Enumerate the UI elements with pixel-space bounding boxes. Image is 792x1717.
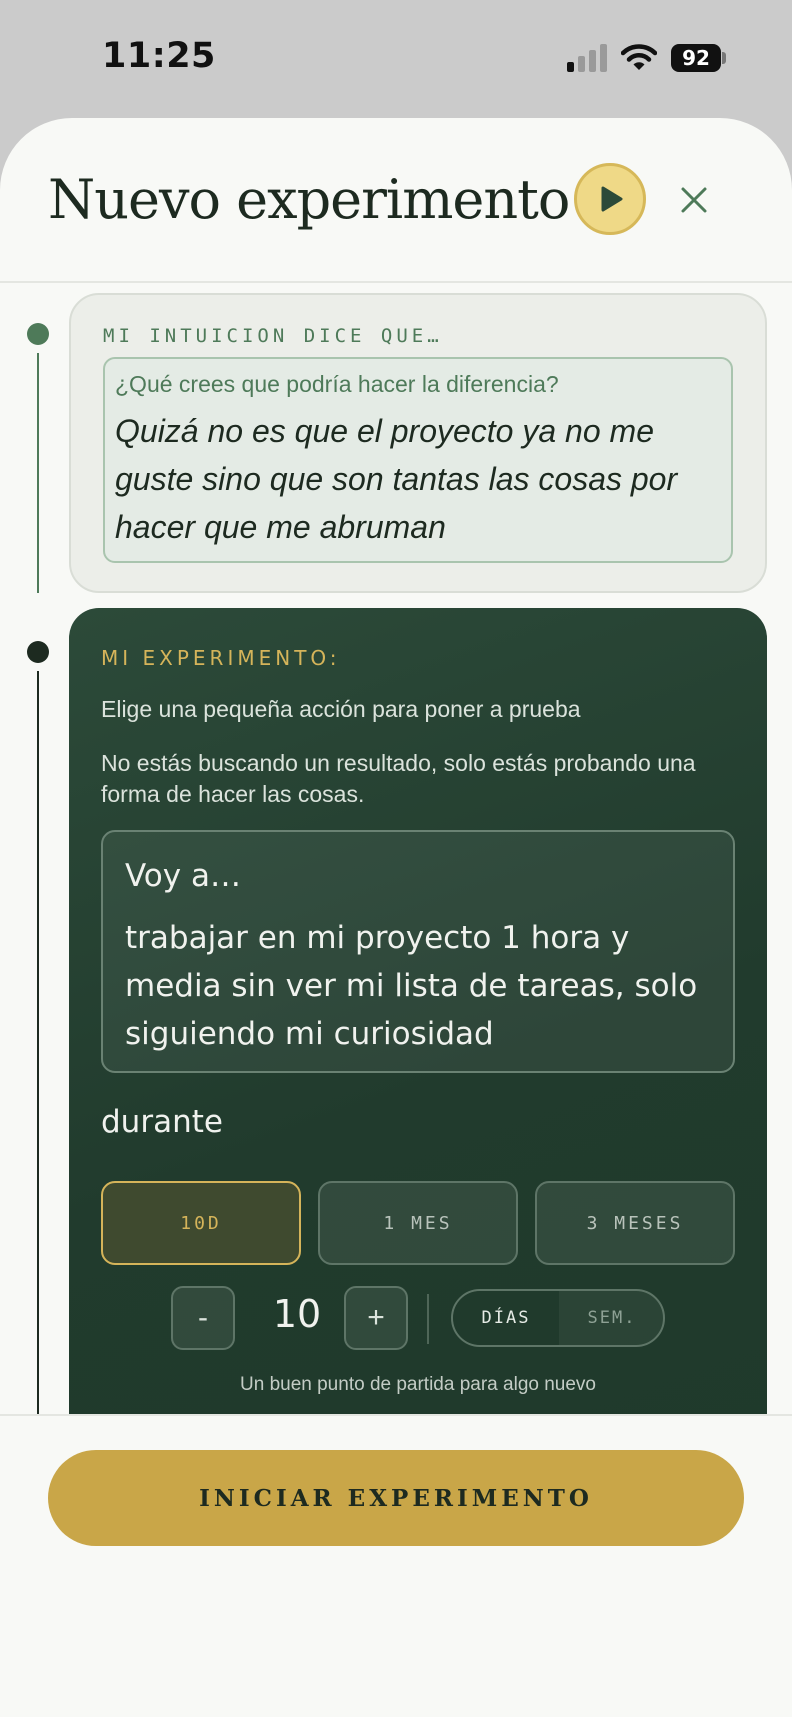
duration-hint: Un buen punto de partida para algo nuevo xyxy=(240,1374,596,1395)
battery-level: 92 xyxy=(682,46,710,70)
page-title: Nuevo experimento xyxy=(48,168,570,231)
stepper-divider xyxy=(427,1294,429,1344)
unit-option-sem[interactable]: SEM. xyxy=(559,1291,663,1345)
duration-option-3-meses[interactable]: 3 MESES xyxy=(535,1181,735,1265)
close-icon xyxy=(681,187,707,213)
play-button[interactable] xyxy=(574,163,646,235)
signal-icon xyxy=(567,44,609,72)
close-button[interactable] xyxy=(672,178,716,222)
battery-cap xyxy=(722,52,726,64)
status-bar: 11:25 92 xyxy=(0,0,792,118)
unit-toggle: DÍAS SEM. xyxy=(451,1289,665,1347)
play-icon xyxy=(601,186,623,212)
duration-option-1-mes[interactable]: 1 MES xyxy=(318,1181,518,1265)
footer: INICIAR EXPERIMENTO xyxy=(0,1414,792,1717)
stepper-value: 10 xyxy=(272,1292,322,1336)
intuition-field[interactable]: ¿Qué crees que podría hacer la diferenci… xyxy=(103,357,733,563)
intuition-card: MI INTUICION DICE QUE… ¿Qué crees que po… xyxy=(69,293,767,593)
intuition-question: ¿Qué crees que podría hacer la diferenci… xyxy=(115,371,559,397)
intuition-eyebrow: MI INTUICION DICE QUE… xyxy=(103,325,443,347)
intuition-answer: Quizá no es que el proyecto ya no me gus… xyxy=(115,413,678,545)
new-experiment-sheet: Nuevo experimento MI INTUICION DICE QUE…… xyxy=(0,118,792,1717)
duration-label: durante xyxy=(101,1104,223,1140)
unit-option-dias[interactable]: DÍAS xyxy=(453,1291,559,1345)
action-field[interactable]: Voy a… trabajar en mi proyecto 1 hora y … xyxy=(101,830,735,1073)
start-experiment-button[interactable]: INICIAR EXPERIMENTO xyxy=(48,1450,744,1546)
experiment-eyebrow: MI EXPERIMENTO: xyxy=(101,646,341,670)
duration-option-10d[interactable]: 10D xyxy=(101,1181,301,1265)
action-text: trabajar en mi proyecto 1 hora y media s… xyxy=(125,920,698,1052)
timeline-line-intuition xyxy=(37,353,39,593)
timeline-dot-experiment xyxy=(27,641,49,663)
experiment-card: MI EXPERIMENTO: Elige una pequeña acción… xyxy=(69,608,767,1468)
experiment-note: No estás buscando un resultado, solo est… xyxy=(101,750,696,807)
status-time: 11:25 xyxy=(102,36,216,76)
experiment-description: Elige una pequeña acción para poner a pr… xyxy=(101,696,581,722)
decrement-button[interactable]: - xyxy=(171,1286,235,1350)
sheet-header: Nuevo experimento xyxy=(0,118,792,283)
action-prefix: Voy a… xyxy=(125,858,241,894)
wifi-icon xyxy=(620,42,658,72)
timeline-dot-intuition xyxy=(27,323,49,345)
timeline-line-experiment xyxy=(37,671,39,1531)
increment-button[interactable]: + xyxy=(344,1286,408,1350)
battery-icon: 92 xyxy=(671,44,721,72)
